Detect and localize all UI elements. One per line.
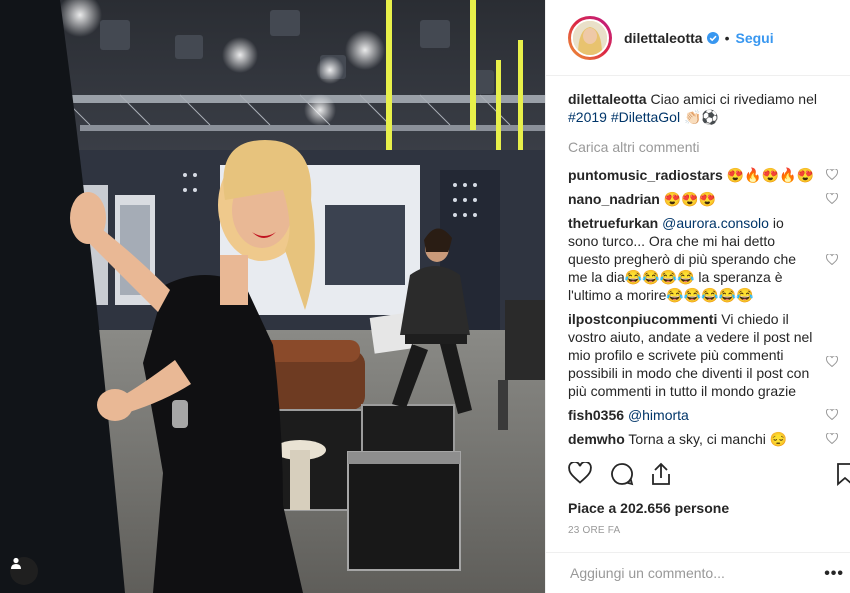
comment-username[interactable]: puntomusic_radiostars bbox=[568, 167, 723, 183]
comment-item: thetruefurkan @aurora.consolo io sono tu… bbox=[568, 214, 840, 304]
caption-text: Ciao amici ci rivediamo nel bbox=[650, 91, 817, 107]
likes-count[interactable]: Piace a 202.656 persone bbox=[568, 500, 729, 516]
comment-item: fish0356 @himorta bbox=[568, 406, 840, 424]
more-options-icon[interactable]: ••• bbox=[824, 565, 844, 583]
comment-username[interactable]: demwho bbox=[568, 431, 625, 447]
comment-item: ilpostconpiucommenti Vi chiedo il vostro… bbox=[568, 310, 840, 400]
comment-username[interactable]: fish0356 bbox=[568, 407, 624, 423]
comment-like-icon[interactable] bbox=[826, 433, 838, 444]
comment-mention[interactable]: @himorta bbox=[628, 407, 689, 423]
comment-like-icon[interactable] bbox=[826, 193, 838, 204]
bookmark-icon[interactable] bbox=[836, 462, 850, 486]
share-icon[interactable] bbox=[650, 462, 672, 486]
post-caption: dilettaleotta Ciao amici ci rivediamo ne… bbox=[568, 90, 840, 126]
add-comment-input[interactable] bbox=[568, 564, 812, 582]
comment-username[interactable]: ilpostconpiucommenti bbox=[568, 311, 717, 327]
verified-badge-icon bbox=[706, 31, 719, 44]
comment-like-icon[interactable] bbox=[826, 254, 838, 265]
comment-icon[interactable] bbox=[610, 462, 634, 486]
post-side-panel: dilettaleotta • Segui dilettaleotta Ciao… bbox=[545, 0, 850, 593]
comment-mention[interactable]: @aurora.consolo bbox=[662, 215, 769, 231]
comment-like-icon[interactable] bbox=[826, 409, 838, 420]
add-comment-bar: ••• bbox=[546, 552, 850, 593]
comment-username[interactable]: thetruefurkan bbox=[568, 215, 658, 231]
header-separator: • bbox=[724, 29, 730, 46]
post-header: dilettaleotta • Segui bbox=[546, 0, 850, 76]
photo-illustration bbox=[0, 0, 545, 593]
story-ring[interactable] bbox=[568, 15, 612, 60]
post-photo[interactable] bbox=[0, 0, 545, 593]
comment-like-icon[interactable] bbox=[826, 356, 838, 367]
comment-like-icon[interactable] bbox=[826, 169, 838, 180]
user-tag-icon bbox=[11, 557, 21, 569]
follow-button[interactable]: Segui bbox=[735, 30, 773, 46]
avatar-picture bbox=[573, 20, 607, 55]
comment-item: puntomusic_radiostars 😍🔥😍🔥😍 bbox=[568, 166, 840, 184]
post-timestamp[interactable]: 23 ORE FA bbox=[568, 525, 620, 536]
comments-list[interactable]: dilettaleotta Ciao amici ci rivediamo ne… bbox=[568, 90, 840, 454]
caption-username[interactable]: dilettaleotta bbox=[568, 91, 647, 107]
caption-emojis: 👏🏻⚽ bbox=[683, 109, 719, 125]
load-more-comments-button[interactable]: Carica altri commenti bbox=[568, 138, 840, 156]
instagram-post: dilettaleotta • Segui dilettaleotta Ciao… bbox=[0, 0, 850, 593]
heart-icon[interactable] bbox=[568, 462, 592, 484]
post-actions-bar bbox=[568, 462, 850, 492]
comment-item: demwho Torna a sky, ci manchi 😔 bbox=[568, 430, 840, 448]
header-username[interactable]: dilettaleotta bbox=[624, 30, 703, 46]
comment-username[interactable]: nano_nadrian bbox=[568, 191, 660, 207]
comment-text: 😍🔥😍🔥😍 bbox=[726, 167, 814, 183]
avatar[interactable] bbox=[571, 18, 609, 57]
comment-text: Torna a sky, ci manchi 😔 bbox=[628, 431, 788, 447]
caption-hashtags[interactable]: #2019 #DilettaGol bbox=[568, 109, 680, 125]
comment-text: 😍😍😍 bbox=[663, 191, 716, 207]
user-tag-button[interactable] bbox=[10, 557, 38, 585]
comment-item: nano_nadrian 😍😍😍 bbox=[568, 190, 840, 208]
